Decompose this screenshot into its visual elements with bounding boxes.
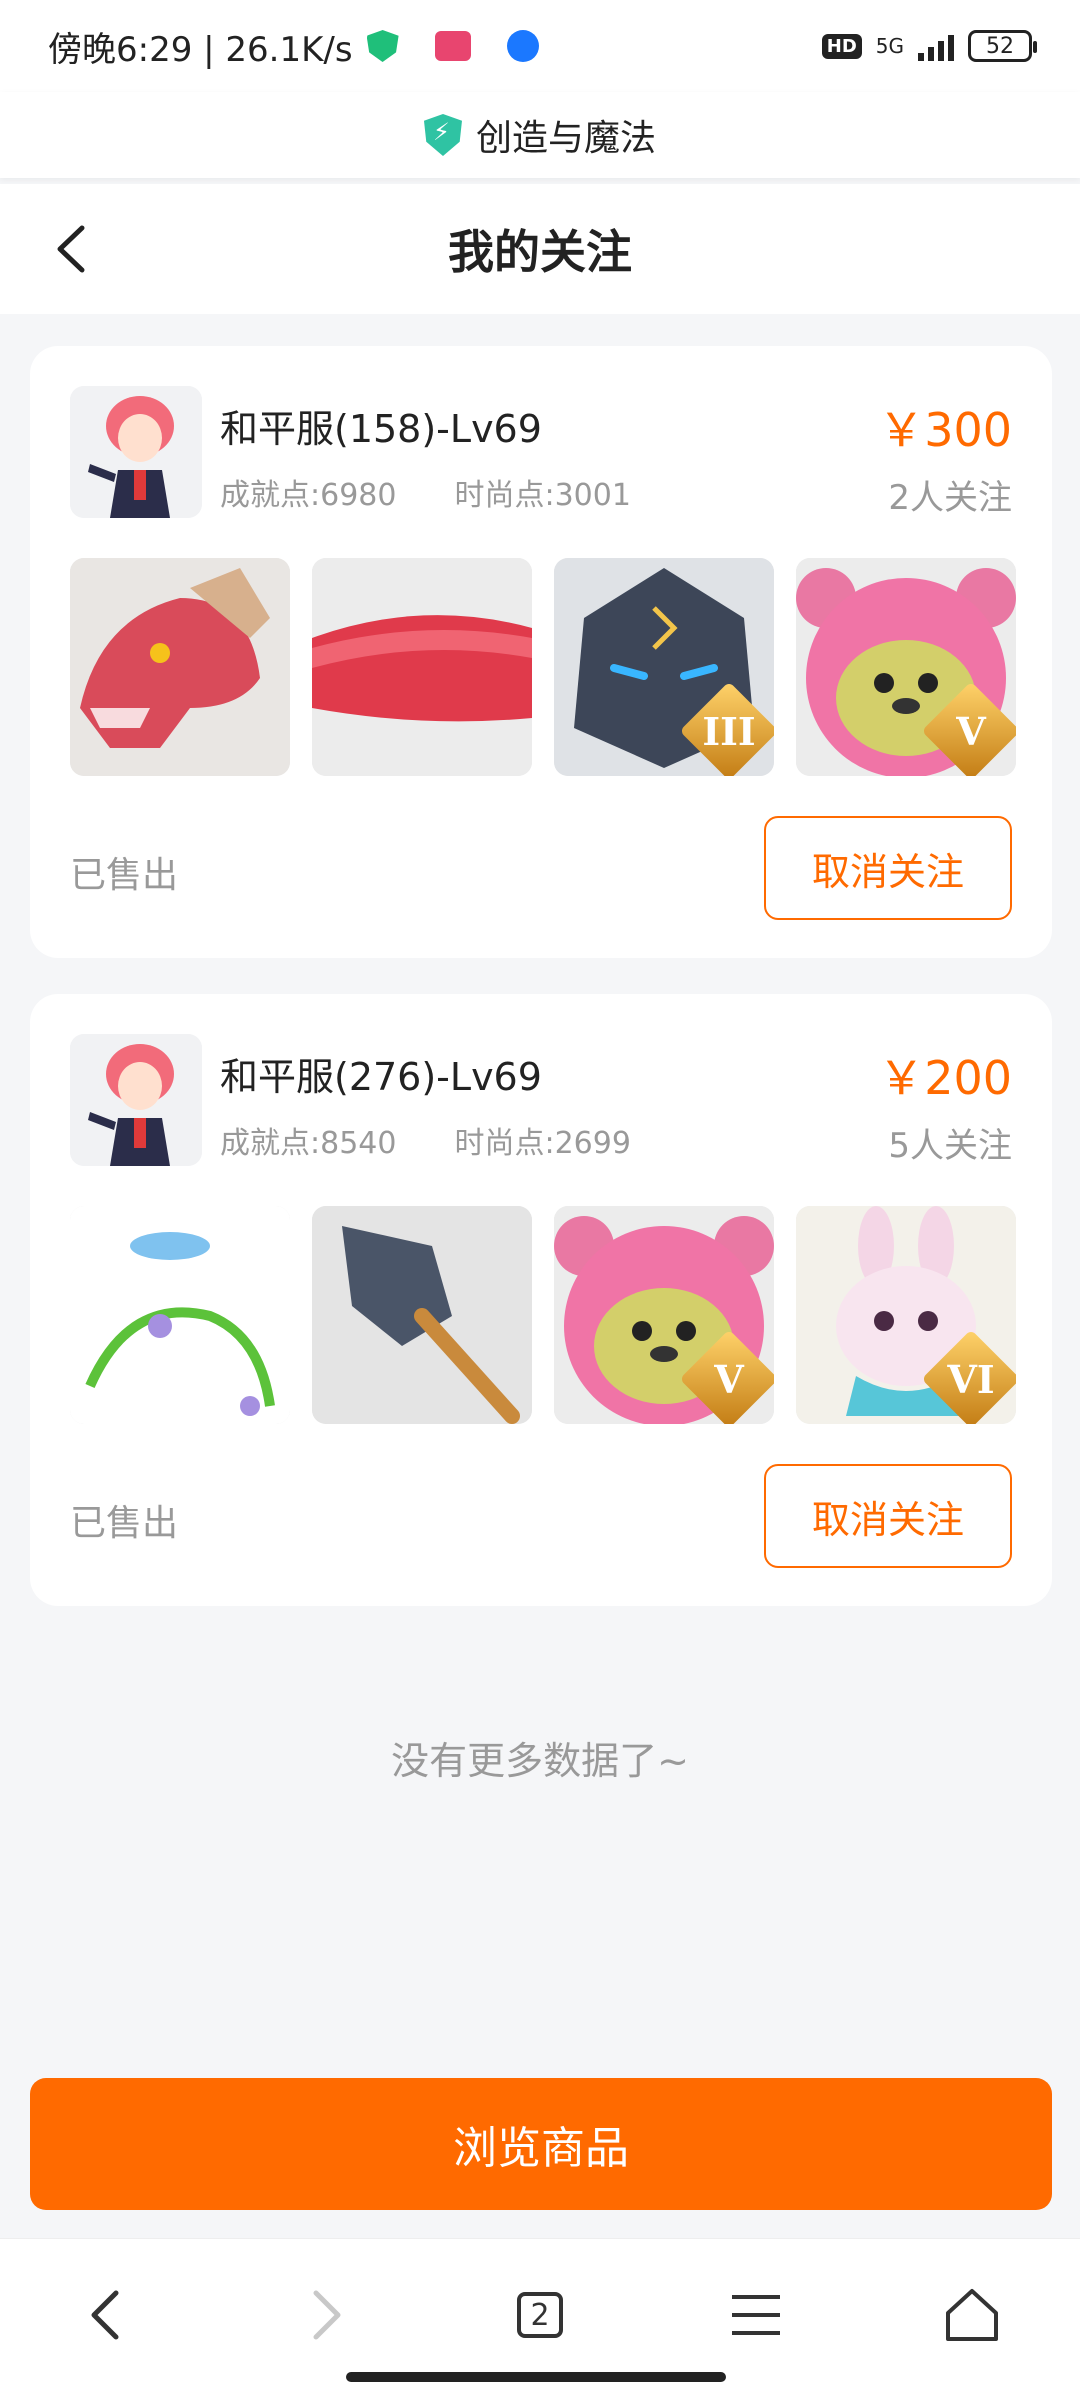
follower-count: 2人关注 [888, 478, 1012, 518]
chevron-left-icon [91, 2290, 119, 2340]
rank-badge: III [679, 681, 774, 776]
fashion-points: 时尚点:2699 [454, 1126, 631, 1161]
price: ￥200 [878, 1051, 1012, 1105]
app-notification-icon [434, 31, 471, 61]
site-shield-icon [423, 114, 462, 156]
browse-products-button[interactable]: 浏览商品 [30, 2078, 1052, 2210]
item-thumbnail-shovel[interactable] [312, 1206, 532, 1424]
security-shield-icon [366, 30, 399, 62]
tab-count: 2 [530, 2297, 550, 2333]
back-button[interactable] [48, 222, 98, 276]
rank-badge: VI [921, 1329, 1016, 1424]
unfollow-button[interactable]: 取消关注 [764, 816, 1012, 920]
rank-badge: V [921, 681, 1016, 776]
gesture-home-indicator [346, 2372, 726, 2382]
battery-icon: 52 [968, 30, 1037, 62]
network-type: 5G [875, 34, 904, 58]
item-thumbnail-stone-golem[interactable]: III [554, 558, 774, 776]
nav-bar: 我的关注 [0, 184, 1080, 314]
signal-icon [918, 31, 954, 61]
status-time: 傍晚6:29 | 26.1K/s [48, 29, 353, 70]
achievement-points: 成就点:6980 [220, 478, 397, 513]
item-thumbnails: V VI [70, 1206, 1016, 1424]
avatar [70, 1034, 202, 1166]
fashion-points: 时尚点:3001 [454, 478, 631, 513]
stats: 成就点:6980 时尚点:3001 [220, 470, 631, 514]
follower-count: 5人关注 [888, 1126, 1012, 1166]
home-icon [946, 2289, 998, 2341]
avatar [70, 386, 202, 518]
stats: 成就点:8540 时尚点:2699 [220, 1118, 631, 1162]
menu-button[interactable] [720, 2279, 792, 2351]
unfollow-button[interactable]: 取消关注 [764, 1464, 1012, 1568]
site-header: 创造与魔法 [0, 92, 1080, 178]
followed-listing-card[interactable]: 和平服(158)-Lv69 成就点:6980 时尚点:3001 ￥300 2人关… [30, 346, 1052, 958]
server-level: 和平服(158)-Lv69 [220, 407, 542, 451]
messenger-icon [506, 30, 539, 62]
battery-level: 52 [986, 33, 1014, 59]
chevron-left-icon [57, 225, 85, 273]
sold-status: 已售出 [70, 855, 179, 896]
browser-back-button[interactable] [70, 2279, 142, 2351]
rank-badge: V [679, 1329, 774, 1424]
tabs-button[interactable]: 2 [504, 2279, 576, 2351]
item-thumbnails: III V [70, 558, 1016, 776]
home-button[interactable] [936, 2279, 1008, 2351]
status-bar: 傍晚6:29 | 26.1K/s HD 5G 52 [0, 0, 1080, 92]
hd-icon: HD [821, 33, 862, 59]
item-thumbnail-pink-bear[interactable]: V [554, 1206, 774, 1424]
page-title: 我的关注 [448, 225, 632, 279]
item-thumbnail-red-dragon-head[interactable] [70, 558, 290, 776]
followed-listing-card[interactable]: 和平服(276)-Lv69 成就点:8540 时尚点:2699 ￥200 5人关… [30, 994, 1052, 1606]
no-more-data-text: 没有更多数据了~ [391, 1739, 689, 1783]
server-level: 和平服(276)-Lv69 [220, 1055, 542, 1099]
item-thumbnail-pink-bear[interactable]: V [796, 558, 1016, 776]
achievement-points: 成就点:8540 [220, 1126, 397, 1161]
item-thumbnail-red-tube[interactable] [312, 558, 532, 776]
price: ￥300 [878, 403, 1012, 457]
menu-icon [732, 2295, 780, 2335]
tabs-icon: 2 [517, 2292, 563, 2338]
browser-forward-button[interactable] [290, 2279, 362, 2351]
sold-status: 已售出 [70, 1503, 179, 1544]
item-thumbnail-bird-vine-wreath[interactable] [70, 1206, 290, 1424]
item-thumbnail-rabbit[interactable]: VI [796, 1206, 1016, 1424]
site-title: 创造与魔法 [475, 118, 656, 159]
chevron-right-icon [313, 2290, 341, 2340]
